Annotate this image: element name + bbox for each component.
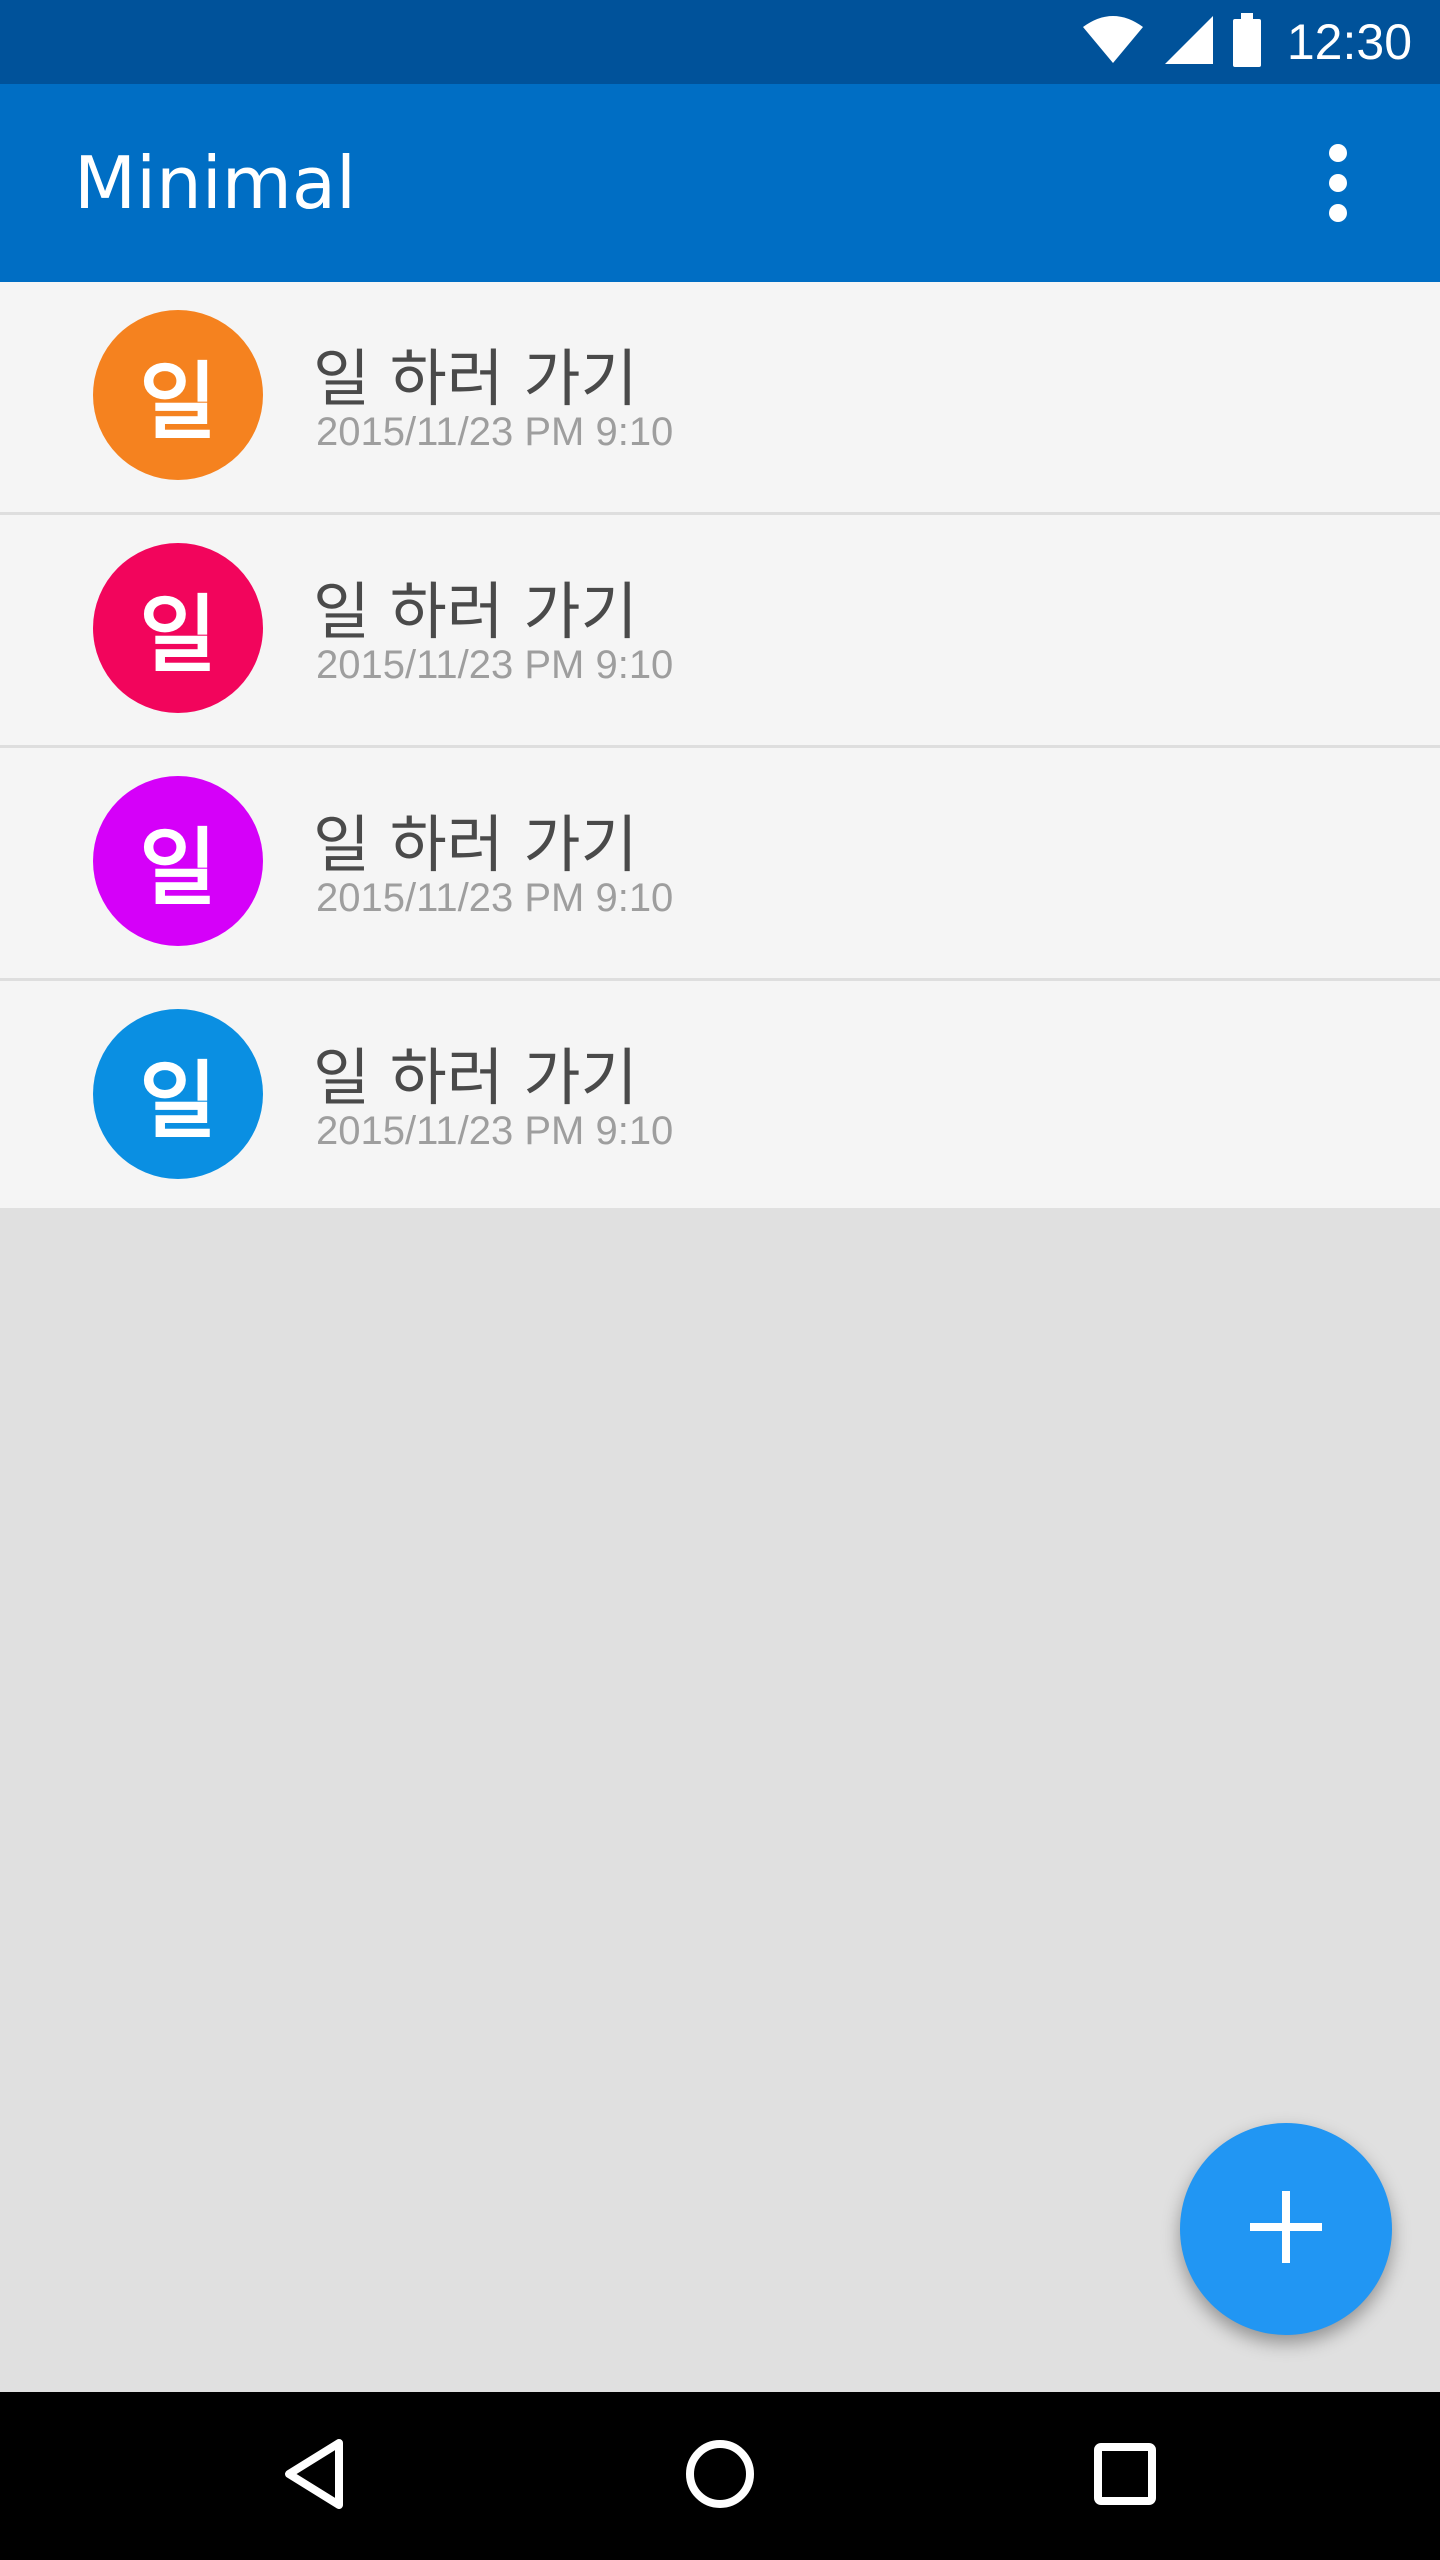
- task-avatar: 일: [93, 543, 263, 713]
- task-title: 일 하러 가기: [313, 808, 638, 881]
- status-time: 12:30: [1286, 14, 1412, 70]
- status-icons: 12:30: [1081, 0, 1412, 84]
- task-date: 2015/11/23 PM 9:10: [316, 876, 674, 920]
- task-avatar: 일: [93, 310, 263, 480]
- more-vert-icon-dot: [1329, 174, 1347, 192]
- more-vert-icon: [1329, 144, 1347, 162]
- add-task-button[interactable]: [1180, 2123, 1392, 2335]
- task-title: 일 하러 가기: [313, 342, 638, 415]
- task-list-item[interactable]: 일 일 하러 가기 2015/11/23 PM 9:10: [0, 515, 1440, 748]
- status-bar: 12:30: [0, 0, 1440, 84]
- task-list-item[interactable]: 일 일 하러 가기 2015/11/23 PM 9:10: [0, 282, 1440, 515]
- task-date: 2015/11/23 PM 9:10: [316, 1109, 674, 1153]
- wifi-icon: [1081, 15, 1145, 69]
- cellular-signal-icon: [1163, 14, 1215, 70]
- battery-icon: [1232, 13, 1261, 71]
- plus-icon: [1250, 2191, 1322, 2267]
- home-icon: [685, 2439, 755, 2513]
- task-title: 일 하러 가기: [313, 1041, 638, 1114]
- task-avatar: 일: [93, 776, 263, 946]
- task-list-item[interactable]: 일 일 하러 가기 2015/11/23 PM 9:10: [0, 748, 1440, 981]
- more-options-button[interactable]: [1308, 144, 1368, 222]
- home-button[interactable]: [670, 2426, 770, 2526]
- task-title: 일 하러 가기: [313, 575, 638, 648]
- task-list: 일 일 하러 가기 2015/11/23 PM 9:10 일 일 하러 가기 2…: [0, 282, 1440, 1208]
- back-button[interactable]: [265, 2426, 365, 2526]
- task-avatar: 일: [93, 1009, 263, 1179]
- recents-button[interactable]: [1075, 2426, 1175, 2526]
- app-bar: Minimal: [0, 84, 1440, 282]
- recents-icon: [1094, 2443, 1156, 2509]
- task-date: 2015/11/23 PM 9:10: [316, 643, 674, 687]
- task-list-item[interactable]: 일 일 하러 가기 2015/11/23 PM 9:10: [0, 981, 1440, 1208]
- back-icon: [283, 2439, 347, 2513]
- task-date: 2015/11/23 PM 9:10: [316, 410, 674, 454]
- more-vert-icon-dot: [1329, 204, 1347, 222]
- navigation-bar: [0, 2392, 1440, 2560]
- app-title: Minimal: [74, 141, 357, 225]
